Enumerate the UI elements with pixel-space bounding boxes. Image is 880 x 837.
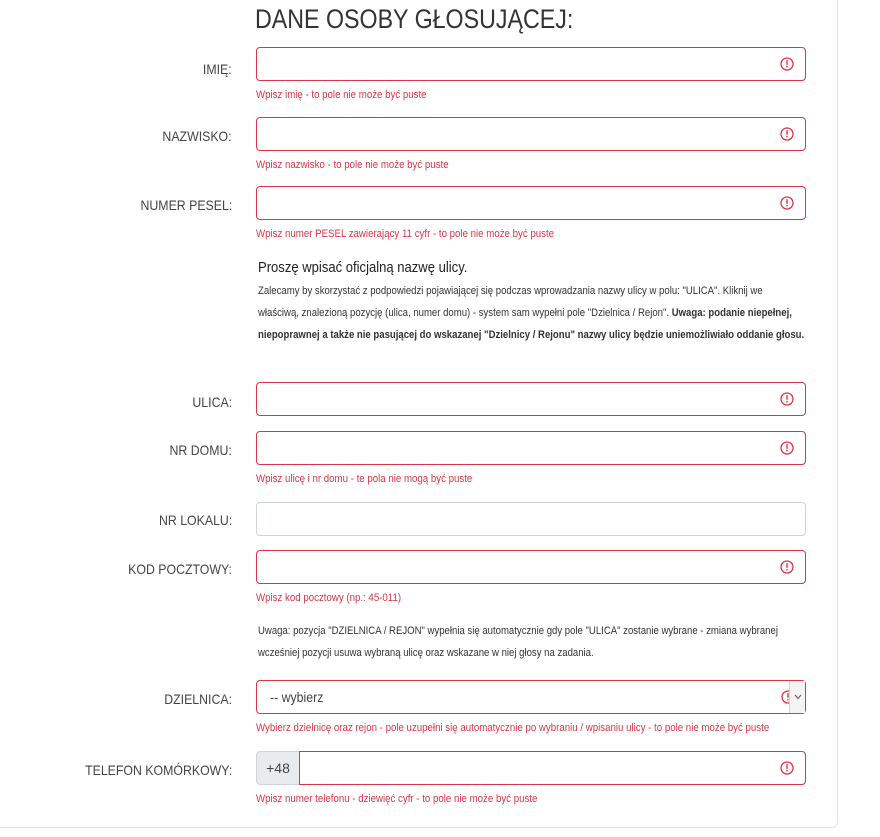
pesel-input[interactable] (256, 186, 806, 220)
district-note: Uwaga: pozycja "DZIELNICA / REJON" wypeł… (258, 625, 778, 659)
dzielnica-label: DZIELNICA: (164, 691, 232, 707)
dzielnica-error: Wybierz dzielnicę oraz rejon - pole uzup… (256, 722, 770, 734)
nr-lokalu-input[interactable] (256, 502, 806, 536)
nazwisko-error: Wpisz nazwisko - to pole nie może być pu… (256, 159, 449, 171)
error-icon (780, 196, 794, 210)
nr-domu-error: Wpisz ulicę i nr domu - te pola nie mogą… (256, 473, 473, 485)
kod-label: KOD POCZTOWY: (128, 561, 232, 577)
imie-error: Wpisz imię - to pole nie może być puste (256, 89, 427, 101)
telefon-error: Wpisz numer telefonu - dziewięć cyfr - t… (256, 793, 538, 805)
phone-prefix: +48 (256, 751, 300, 785)
telefon-label: TELEFON KOMÓRKOWY: (84, 762, 232, 778)
error-icon (780, 127, 794, 141)
nazwisko-label: NAZWISKO: (162, 128, 232, 144)
nazwisko-input[interactable] (256, 117, 806, 151)
error-icon (780, 761, 794, 775)
pesel-error: Wpisz numer PESEL zawierający 11 cyfr - … (256, 228, 555, 240)
form-title: DANE OSOBY GŁOSUJĄCEJ: (255, 4, 574, 34)
error-icon (780, 392, 794, 406)
chevron-down-icon (794, 694, 802, 700)
imie-input[interactable] (256, 47, 806, 81)
dropdown-toggle[interactable] (789, 681, 805, 713)
imie-label: IMIĘ: (203, 61, 232, 77)
nr-domu-label: NR DOMU: (169, 442, 232, 458)
dzielnica-select[interactable]: -- wybierz (256, 680, 806, 714)
error-icon (780, 560, 794, 574)
street-note-heading: Proszę wpisać oficjalną nazwę ulicy. (258, 260, 468, 276)
error-icon (780, 441, 794, 455)
kod-error: Wpisz kod pocztowy (np.: 45-011) (256, 592, 402, 604)
kod-input[interactable] (256, 550, 806, 584)
phone-prefix-text: +48 (266, 760, 290, 776)
nr-domu-input[interactable] (256, 431, 806, 465)
street-note: Zalecamy by skorzystać z podpowiedzi poj… (258, 280, 806, 346)
ulica-label: ULICA: (192, 394, 232, 410)
error-icon (780, 57, 794, 71)
telefon-input[interactable] (299, 751, 806, 785)
ulica-input[interactable] (256, 382, 806, 416)
dzielnica-selected-value: -- wybierz (270, 689, 324, 705)
street-note-warning-label: Uwaga: (671, 307, 706, 319)
pesel-label: NUMER PESEL: (140, 197, 232, 213)
nr-lokalu-label: NR LOKALU: (158, 512, 232, 528)
